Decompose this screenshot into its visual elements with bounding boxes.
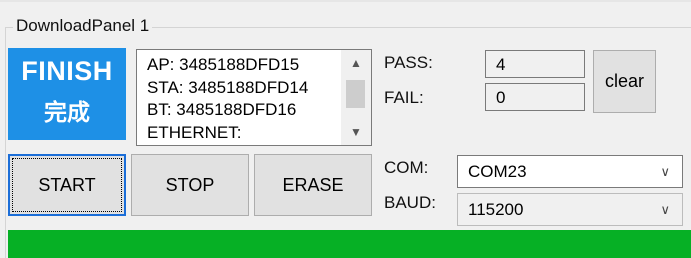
window-top-edge xyxy=(0,0,691,2)
scroll-thumb[interactable] xyxy=(346,80,365,108)
status-label-zh: 完成 xyxy=(44,99,90,125)
vertical-scrollbar[interactable]: ▲ ▼ xyxy=(341,50,371,145)
scroll-down-arrow-icon[interactable]: ▼ xyxy=(341,119,371,145)
com-port-select[interactable]: COM23 ∨ xyxy=(457,155,683,188)
scroll-up-arrow-icon[interactable]: ▲ xyxy=(341,50,371,76)
chevron-down-icon[interactable]: ∨ xyxy=(660,156,670,188)
start-button[interactable]: START xyxy=(8,154,126,216)
status-indicator: FINISH 完成 xyxy=(8,48,126,140)
list-item: BT: 3485188DFD16 xyxy=(147,100,297,119)
com-label: COM: xyxy=(384,158,429,177)
clear-button[interactable]: clear xyxy=(593,50,656,113)
fail-label: FAIL: xyxy=(384,88,424,107)
panel-title: DownloadPanel 1 xyxy=(13,16,153,36)
download-progress-bar xyxy=(8,230,691,258)
list-item: AP: 3485188DFD15 xyxy=(147,55,300,74)
stop-button[interactable]: STOP xyxy=(131,154,249,216)
erase-button[interactable]: ERASE xyxy=(254,154,372,216)
baud-rate-select[interactable]: 115200 ∨ xyxy=(457,193,683,226)
list-item: STA: 3485188DFD14 xyxy=(147,77,309,97)
baud-label: BAUD: xyxy=(384,193,436,212)
mac-list-content: AP: 3485188DFD15 STA: 3485188DFD14 BT: 3… xyxy=(147,54,308,144)
mac-address-list[interactable]: AP: 3485188DFD15 STA: 3485188DFD14 BT: 3… xyxy=(136,49,372,146)
list-item: ETHERNET: xyxy=(147,122,242,142)
pass-count-field: 4 xyxy=(485,50,585,78)
fail-count-field: 0 xyxy=(485,83,585,111)
com-port-value: COM23 xyxy=(468,162,527,181)
pass-label: PASS: xyxy=(384,53,433,72)
chevron-down-icon[interactable]: ∨ xyxy=(660,194,670,226)
baud-rate-value: 115200 xyxy=(468,200,524,219)
status-label-en: FINISH xyxy=(21,56,113,86)
